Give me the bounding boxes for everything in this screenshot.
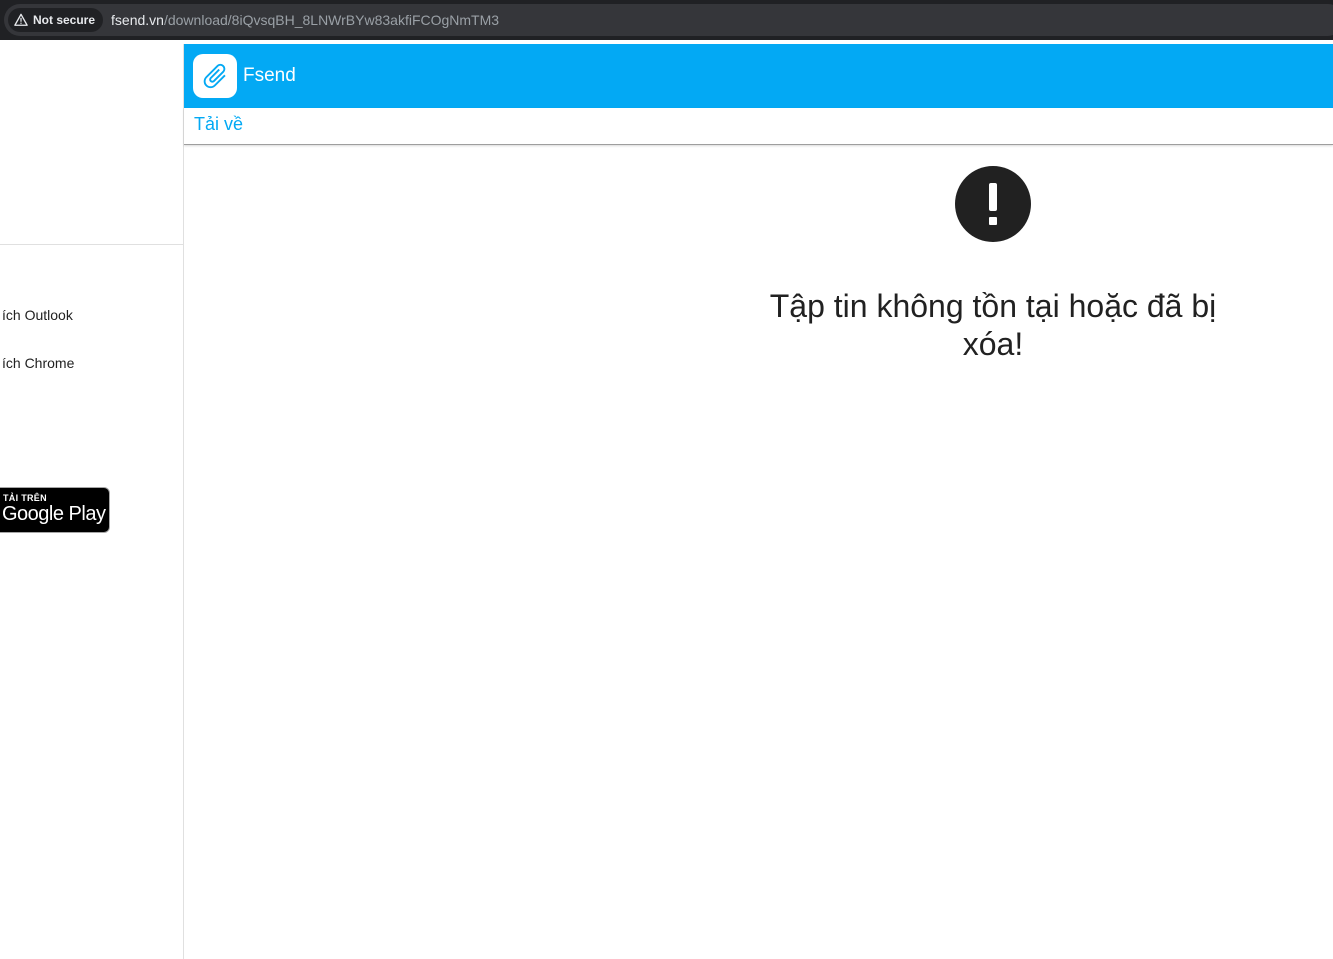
app-header: Fsend — [184, 44, 1333, 108]
paperclip-icon — [203, 63, 226, 89]
tab-bar: Tải về — [184, 108, 1333, 145]
google-play-badge-small-text: TẢI TRÊN — [3, 493, 47, 503]
error-message: Tập tin không tồn tại hoặc đã bị xóa! — [769, 288, 1217, 362]
google-play-badge-big-text: Google Play — [2, 503, 106, 525]
warning-icon — [14, 13, 28, 26]
sidebar-item-outlook-extension[interactable]: ích Outlook — [2, 307, 73, 323]
url-path: /download/8iQvsqBH_8LNWrBYw83akfiFCOgNmT… — [163, 12, 500, 28]
sidebar-divider — [0, 244, 183, 245]
security-indicator[interactable]: Not secure — [8, 8, 104, 32]
tab-download[interactable]: Tải về — [194, 114, 243, 135]
security-label: Not secure — [33, 13, 96, 27]
url-text[interactable]: fsend.vn/download/8iQvsqBH_8LNWrBYw83akf… — [111, 12, 499, 28]
app-logo[interactable] — [193, 54, 237, 98]
exclamation-mark-bar — [989, 183, 997, 211]
exclamation-circle-icon — [955, 166, 1031, 242]
app-name: Fsend — [243, 65, 296, 86]
sidebar-item-chrome-extension[interactable]: ích Chrome — [2, 355, 74, 371]
exclamation-mark-dot — [989, 217, 997, 225]
omnibox[interactable]: Not secure fsend.vn/download/8iQvsqBH_8L… — [4, 4, 1333, 36]
google-play-badge[interactable]: TẢI TRÊN Google Play — [0, 487, 110, 533]
sidebar: ích Outlook ích Chrome TẢI TRÊN Google P… — [0, 44, 184, 959]
browser-address-bar: Not secure fsend.vn/download/8iQvsqBH_8L… — [0, 0, 1333, 40]
url-host: fsend.vn — [111, 12, 164, 28]
